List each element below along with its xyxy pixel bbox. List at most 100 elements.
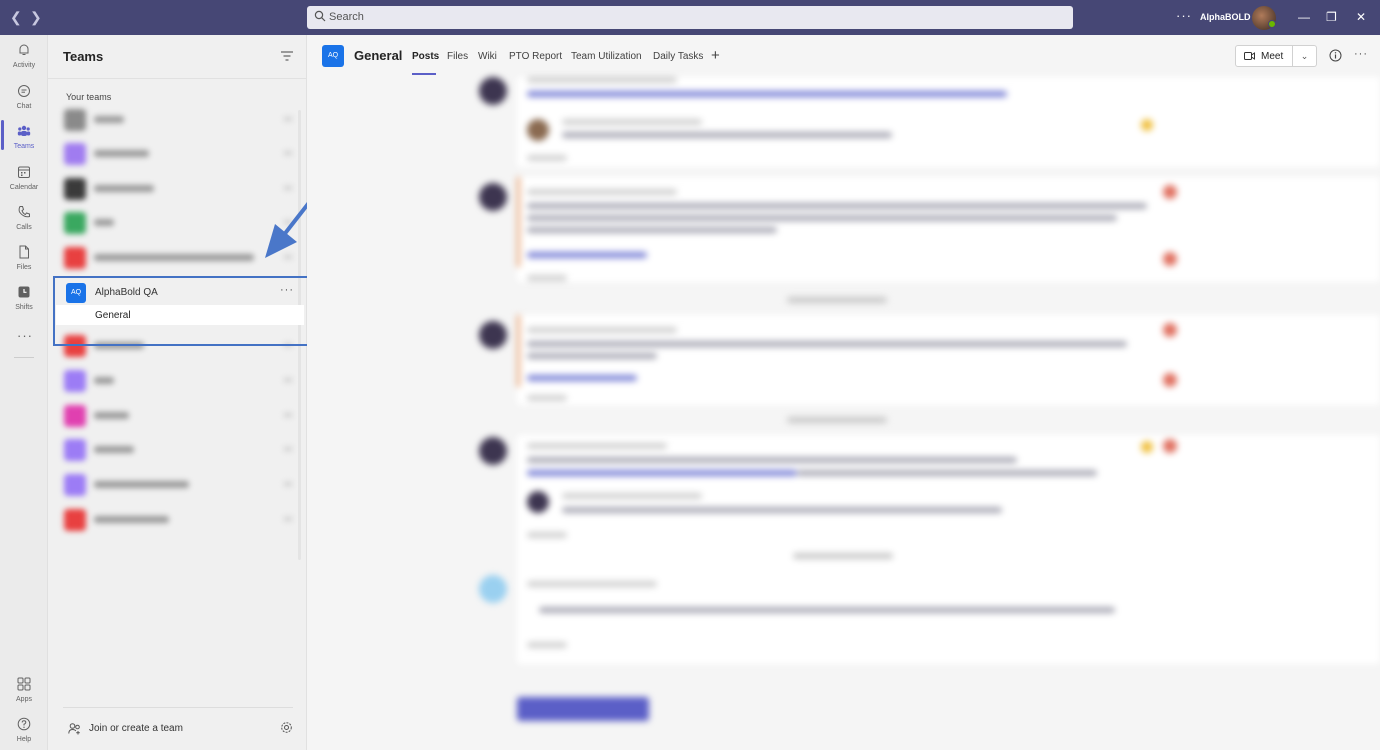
team-more-options-icon[interactable] [284, 413, 292, 417]
channel-title: General [354, 48, 403, 63]
post-line [527, 642, 567, 648]
rail-item-files[interactable]: Files [0, 243, 48, 281]
titlebar-more-icon[interactable]: ··· [1176, 8, 1192, 23]
team-name-blurred [94, 254, 254, 261]
gear-icon[interactable] [280, 721, 293, 734]
rail-item-activity[interactable]: Activity [0, 41, 48, 79]
rail-label-calendar: Calendar [9, 184, 39, 191]
rail-label-apps: Apps [16, 696, 32, 703]
post-avatar [479, 77, 507, 105]
join-team-icon[interactable] [68, 722, 81, 735]
team-item-blurred[interactable] [62, 507, 292, 533]
restore-icon[interactable]: ❐ [1326, 10, 1337, 24]
post-line [527, 470, 797, 476]
important-marker [517, 177, 520, 267]
post-line [797, 470, 1097, 476]
post-line [527, 443, 667, 449]
post-line [527, 203, 1147, 209]
team-avatar [64, 247, 86, 269]
important-marker [517, 315, 520, 387]
team-more-options-icon[interactable] [284, 378, 292, 382]
main-content: AQ General Posts Files Wiki PTO Report T… [307, 35, 1380, 750]
filter-icon[interactable] [281, 51, 293, 61]
rail-item-calendar[interactable]: Calendar [0, 163, 48, 201]
presence-available-icon [1268, 20, 1276, 28]
teams-panel: Teams Your teams AQ AlphaBold QA ··· Gen… [48, 35, 307, 750]
tab-posts[interactable]: Posts [412, 51, 439, 62]
team-item-blurred[interactable] [62, 437, 292, 463]
post-line [527, 375, 637, 381]
team-avatar [64, 109, 86, 131]
rail-item-teams[interactable]: Teams [0, 122, 48, 160]
rail-label-chat: Chat [16, 103, 32, 110]
team-name-blurred [94, 219, 114, 226]
header-more-options-icon[interactable]: ··· [1354, 48, 1368, 60]
video-camera-icon [1244, 52, 1255, 60]
app-rail: Activity Chat Teams Calendar Calls Files… [0, 35, 48, 750]
clock-icon [18, 286, 30, 298]
post-line [527, 252, 647, 258]
team-avatar [64, 405, 86, 427]
meet-button[interactable]: Meet [1235, 45, 1293, 67]
team-item-blurred[interactable] [62, 403, 292, 429]
rail-item-apps[interactable]: Apps [0, 675, 48, 713]
join-or-create-team-button[interactable]: Join or create a team [89, 723, 183, 734]
tab-wiki[interactable]: Wiki [478, 51, 497, 62]
tab-daily-tasks[interactable]: Daily Tasks [653, 51, 703, 62]
reaction-star [1141, 441, 1153, 453]
team-avatar [64, 370, 86, 392]
post-line [562, 507, 1002, 513]
team-item-blurred[interactable] [62, 472, 292, 498]
teams-icon [17, 125, 31, 136]
close-icon[interactable]: ✕ [1356, 10, 1366, 24]
post-avatar [479, 321, 507, 349]
team-more-options-icon[interactable] [284, 517, 292, 521]
tab-team-utilization[interactable]: Team Utilization [571, 51, 642, 62]
info-icon[interactable] [1329, 49, 1342, 62]
rail-more-icon[interactable]: ··· [17, 328, 33, 343]
team-name-blurred [94, 516, 169, 523]
team-avatar [64, 178, 86, 200]
team-name-blurred [94, 446, 134, 453]
org-name[interactable]: AlphaBOLD [1200, 12, 1251, 22]
new-conversation-button[interactable] [517, 697, 649, 721]
search-placeholder: Search [329, 11, 364, 23]
team-name-blurred [94, 185, 154, 192]
section-label-your-teams: Your teams [66, 92, 112, 102]
phone-icon [18, 206, 30, 218]
rail-item-shifts[interactable]: Shifts [0, 283, 48, 321]
meet-dropdown-chevron-down-icon[interactable]: ⌄ [1293, 45, 1317, 67]
tab-files[interactable]: Files [447, 51, 468, 62]
post-line [527, 353, 657, 359]
team-more-options-icon[interactable] [284, 482, 292, 486]
post-line [527, 532, 567, 538]
reaction [1163, 185, 1177, 199]
team-item-blurred[interactable] [62, 368, 292, 394]
rail-item-calls[interactable]: Calls [0, 203, 48, 241]
team-more-options-icon[interactable] [284, 447, 292, 451]
date-divider [787, 297, 887, 303]
minimize-icon[interactable]: — [1298, 10, 1310, 24]
back-arrow-icon[interactable]: ❮ [10, 9, 22, 26]
post-line [527, 275, 567, 281]
panel-bottom-divider [63, 707, 293, 708]
rail-item-chat[interactable]: Chat [0, 82, 48, 120]
team-more-options-icon[interactable] [284, 117, 292, 121]
highlight-box [53, 276, 311, 346]
forward-arrow-icon[interactable]: ❯ [30, 9, 42, 26]
add-tab-button[interactable]: + [711, 47, 720, 64]
search-input[interactable]: Search [307, 6, 1073, 29]
post-line [527, 91, 1007, 97]
reaction [1163, 373, 1177, 387]
tab-pto-report[interactable]: PTO Report [509, 51, 562, 62]
team-item-blurred[interactable] [62, 107, 292, 133]
rail-label-files: Files [16, 264, 32, 271]
file-icon [19, 245, 29, 259]
rail-item-help[interactable]: Help [0, 715, 48, 750]
reaction [1163, 439, 1177, 453]
rail-label-calls: Calls [16, 224, 32, 231]
post-line [562, 132, 892, 138]
post-line [527, 189, 677, 195]
post-line [539, 607, 1115, 613]
reply-avatar [527, 119, 549, 141]
